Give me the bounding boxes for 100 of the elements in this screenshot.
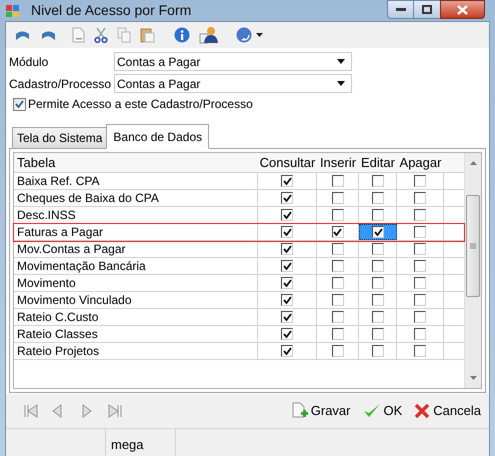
table-cell: Movimentação Bancária: [14, 258, 258, 274]
scrollbar[interactable]: [464, 153, 481, 388]
table-row[interactable]: Movimentação Bancária: [14, 258, 464, 275]
checkbox[interactable]: [414, 311, 426, 323]
checkbox[interactable]: [281, 243, 293, 255]
table-row[interactable]: Baixa Ref. CPA: [14, 173, 464, 190]
close-button[interactable]: [440, 0, 485, 19]
checkbox[interactable]: [414, 328, 426, 340]
checkbox[interactable]: [372, 209, 384, 221]
checkbox[interactable]: [414, 243, 426, 255]
checkbox[interactable]: [372, 277, 384, 289]
document-icon[interactable]: [72, 27, 85, 43]
checkbox[interactable]: [281, 175, 293, 187]
dropdown-caret-icon[interactable]: [256, 33, 263, 37]
column-header[interactable]: Editar: [359, 153, 397, 172]
checkbox[interactable]: [414, 345, 426, 357]
checkbox[interactable]: [414, 226, 426, 238]
checkbox[interactable]: [332, 175, 344, 187]
checkbox[interactable]: [332, 209, 344, 221]
dropdown-field[interactable]: Contas a Pagar: [114, 74, 352, 93]
paste-icon[interactable]: [140, 27, 155, 43]
table-row[interactable]: Mov.Contas a Pagar: [14, 241, 464, 258]
table-row[interactable]: Desc.INSS: [14, 207, 464, 224]
table-cell: Faturas a Pagar: [14, 224, 258, 240]
maximize-button[interactable]: [414, 0, 440, 19]
table-row[interactable]: Movimento: [14, 275, 464, 292]
dropdown-field[interactable]: Contas a Pagar: [114, 52, 352, 71]
checkbox[interactable]: [414, 192, 426, 204]
checkbox[interactable]: [332, 345, 344, 357]
checkbox[interactable]: [281, 345, 293, 357]
minimize-button[interactable]: [387, 0, 414, 19]
checkbox[interactable]: [372, 311, 384, 323]
column-header[interactable]: Consultar: [258, 153, 317, 172]
field-label: Cadastro/Processo: [9, 76, 112, 92]
scroll-down-icon[interactable]: [470, 376, 476, 380]
checkbox[interactable]: [372, 243, 384, 255]
checkbox[interactable]: [372, 328, 384, 340]
checkbox[interactable]: [332, 226, 344, 238]
action-button[interactable]: OK: [362, 400, 402, 422]
checkbox[interactable]: [414, 209, 426, 221]
checkbox[interactable]: [414, 294, 426, 306]
table-row[interactable]: Rateio C.Custo: [14, 309, 464, 326]
table-row[interactable]: Rateio Classes: [14, 326, 464, 343]
redo-icon[interactable]: [40, 29, 57, 41]
user-icon[interactable]: [199, 26, 219, 44]
checkbox[interactable]: [414, 277, 426, 289]
table-row[interactable]: Cheques de Baixa do CPA: [14, 190, 464, 207]
undo-icon[interactable]: [14, 29, 31, 41]
checkbox[interactable]: [372, 345, 384, 357]
table-cell: Movimento: [14, 275, 258, 291]
selected-row[interactable]: Faturas a Pagar: [14, 224, 464, 241]
column-header[interactable]: Inserir: [317, 153, 359, 172]
checkbox[interactable]: [281, 209, 293, 221]
checkbox[interactable]: [281, 294, 293, 306]
window-title: Nivel de Acesso por Form: [31, 1, 192, 20]
app-icon: [6, 4, 20, 18]
action-button[interactable]: Gravar: [292, 400, 350, 422]
checkbox[interactable]: [332, 260, 344, 272]
checkbox[interactable]: [372, 192, 384, 204]
info-icon[interactable]: [174, 27, 190, 43]
checkbox[interactable]: [281, 260, 293, 272]
checkbox[interactable]: [332, 311, 344, 323]
scrollbar-thumb[interactable]: [466, 195, 480, 297]
checkbox-label: Permite Acesso a este Cadastro/Processo: [28, 96, 253, 113]
checkbox[interactable]: [332, 328, 344, 340]
checkbox[interactable]: [372, 294, 384, 306]
checkbox[interactable]: [332, 192, 344, 204]
checkbox[interactable]: [414, 175, 426, 187]
checkbox[interactable]: [332, 277, 344, 289]
table-cell: Rateio Projetos: [14, 343, 258, 359]
action-button[interactable]: Cancela: [414, 400, 481, 422]
focused-cell[interactable]: [359, 224, 397, 240]
tab[interactable]: Banco de Dados: [106, 124, 210, 149]
cut-icon[interactable]: [94, 27, 108, 43]
column-header[interactable]: Tabela: [14, 153, 258, 172]
table-cell: Desc.INSS: [14, 207, 258, 223]
cross-icon: [414, 403, 430, 419]
table-cell: Cheques de Baixa do CPA: [14, 190, 258, 206]
minimize-icon: [396, 8, 406, 12]
table-row[interactable]: Rateio Projetos: [14, 343, 464, 360]
checkbox[interactable]: [332, 294, 344, 306]
add-document-icon: [292, 402, 308, 420]
field-label: Módulo: [9, 54, 50, 70]
checkbox[interactable]: [372, 226, 384, 238]
checkbox[interactable]: [281, 311, 293, 323]
tab[interactable]: Tela do Sistema: [12, 127, 108, 149]
table-cell: Rateio C.Custo: [14, 309, 258, 325]
checkbox[interactable]: [414, 260, 426, 272]
checkbox[interactable]: [281, 328, 293, 340]
table-row[interactable]: Movimento Vinculado: [14, 292, 464, 309]
column-header[interactable]: Apagar: [397, 153, 444, 172]
checkbox[interactable]: [13, 98, 26, 110]
checkbox[interactable]: [372, 175, 384, 187]
checkbox[interactable]: [281, 192, 293, 204]
checkbox[interactable]: [281, 226, 293, 238]
table-cell: Rateio Classes: [14, 326, 258, 342]
checkbox[interactable]: [281, 277, 293, 289]
checkbox[interactable]: [372, 260, 384, 272]
checkbox[interactable]: [332, 243, 344, 255]
scroll-up-icon[interactable]: [470, 161, 476, 165]
